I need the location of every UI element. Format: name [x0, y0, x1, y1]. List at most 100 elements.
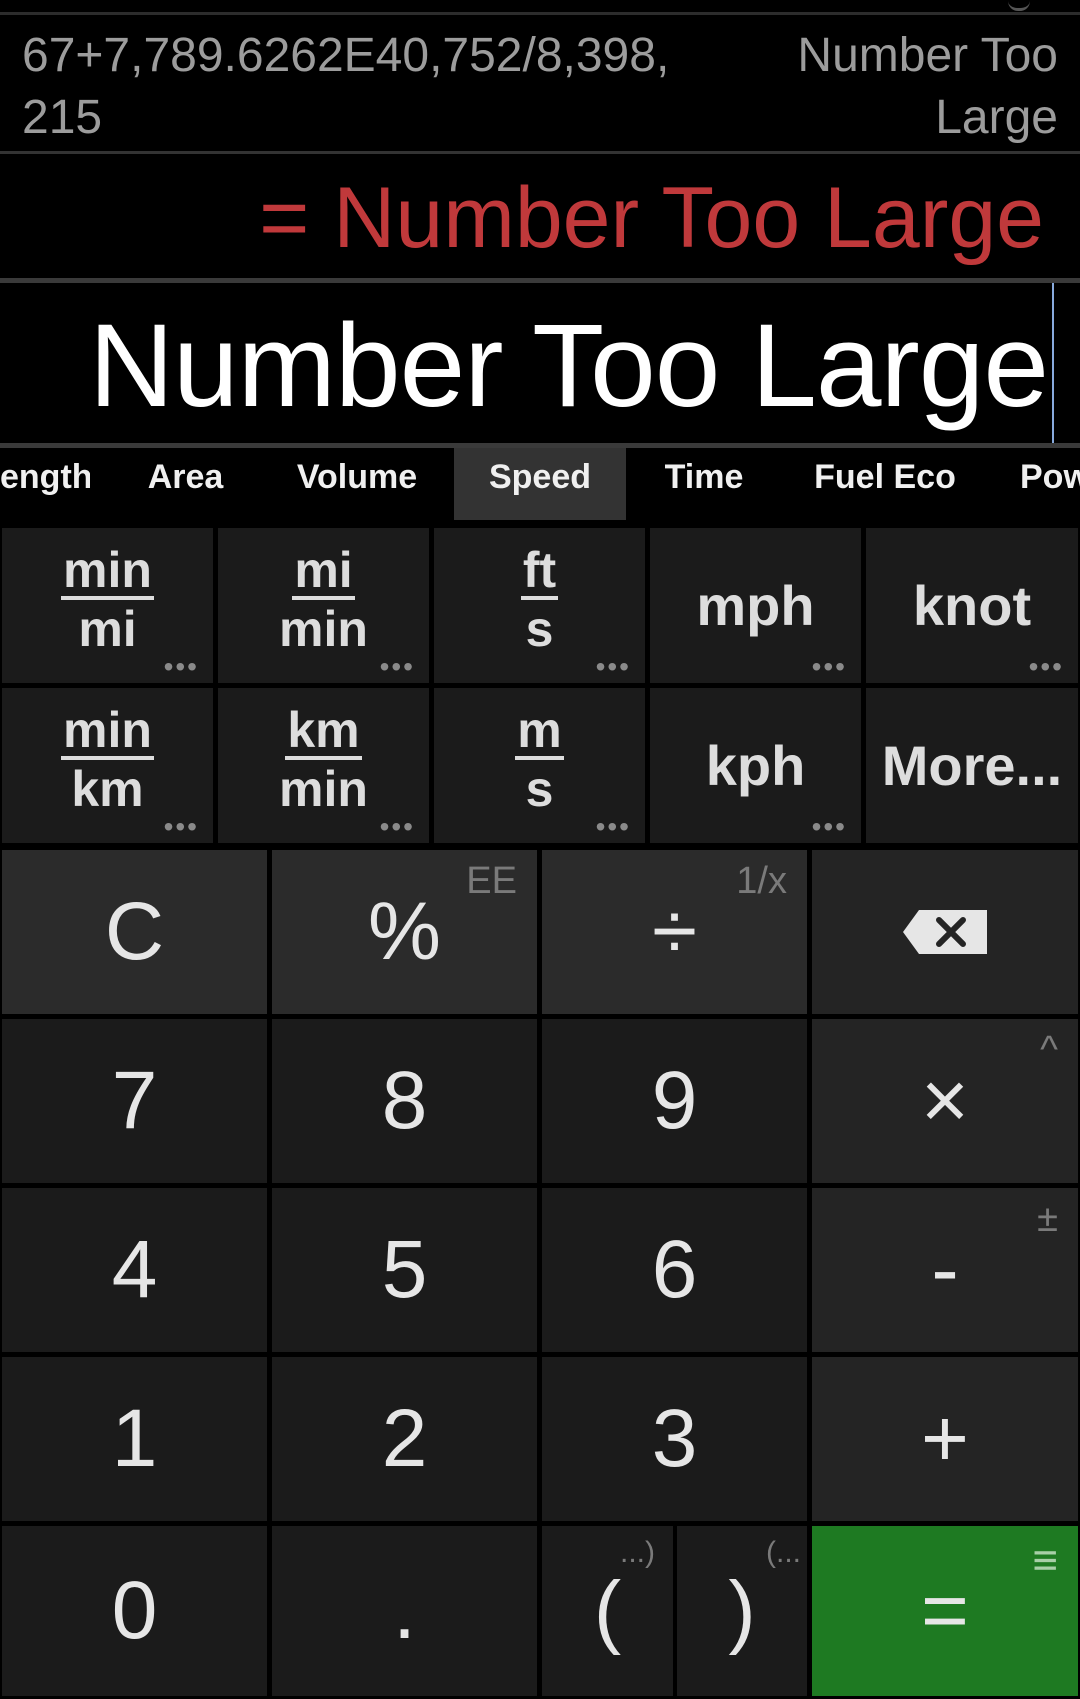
digit-2-button[interactable]: 2: [272, 1357, 537, 1521]
fraction: km min: [218, 702, 429, 818]
more-options-icon[interactable]: •••: [812, 813, 847, 841]
backspace-icon: [812, 850, 1078, 1014]
denominator: min: [279, 761, 368, 817]
more-options-icon[interactable]: •••: [164, 813, 199, 841]
unit-label: mph: [696, 574, 815, 637]
fraction: mi min: [218, 542, 429, 658]
tab-volume[interactable]: Volume: [284, 448, 430, 520]
plus-minus-label: ±: [1037, 1198, 1058, 1240]
ee-label: EE: [466, 860, 517, 902]
unit-category-tabs[interactable]: ength Area Volume Speed Time Fuel Eco Po…: [0, 448, 1080, 520]
more-options-icon[interactable]: •••: [380, 653, 415, 681]
digit-label: 4: [111, 1224, 158, 1315]
unit-km-per-min[interactable]: km min •••: [218, 688, 429, 843]
denominator: min: [279, 601, 368, 657]
digit-3-button[interactable]: 3: [542, 1357, 807, 1521]
more-label: More...: [881, 734, 1063, 797]
denominator: km: [71, 761, 144, 817]
denominator: mi: [78, 601, 137, 657]
digit-1-button[interactable]: 1: [2, 1357, 267, 1521]
more-options-icon[interactable]: •••: [164, 653, 199, 681]
numerator: min: [61, 702, 154, 760]
close-paren-button[interactable]: ) (...: [677, 1526, 807, 1696]
multiply-label: ×: [921, 1055, 969, 1146]
unit-label: knot: [912, 574, 1032, 637]
unit-grid: min mi ••• mi min ••• ft s ••• mph ••• knot…: [0, 526, 1080, 846]
decimal-label: .: [393, 1565, 416, 1656]
digit-label: 7: [111, 1055, 158, 1146]
more-options-icon[interactable]: •••: [596, 653, 631, 681]
power-label: ^: [1040, 1029, 1058, 1071]
digit-8-button[interactable]: 8: [272, 1019, 537, 1183]
unit-mi-per-min[interactable]: mi min •••: [218, 528, 429, 683]
fraction: ms: [434, 702, 645, 818]
numerator: min: [61, 542, 154, 600]
digit-label: 0: [111, 1565, 158, 1656]
digit-0-button[interactable]: 0: [2, 1526, 267, 1696]
digit-9-button[interactable]: 9: [542, 1019, 807, 1183]
digit-4-button[interactable]: 4: [2, 1188, 267, 1352]
digit-label: 6: [651, 1224, 698, 1315]
divide-button[interactable]: ÷ 1/x: [542, 850, 807, 1014]
digit-5-button[interactable]: 5: [272, 1188, 537, 1352]
clear-label: C: [104, 886, 165, 977]
digit-label: 2: [381, 1393, 428, 1484]
unit-kph[interactable]: kph •••: [650, 688, 861, 843]
entry-display[interactable]: Number Too Large: [0, 283, 1080, 448]
result-row: = Number Too Large: [0, 154, 1080, 283]
more-options-icon[interactable]: •••: [596, 813, 631, 841]
more-options-icon[interactable]: •••: [380, 813, 415, 841]
unit-knot[interactable]: knot •••: [866, 528, 1078, 683]
tab-area[interactable]: Area: [128, 448, 243, 520]
denominator: s: [525, 601, 554, 657]
fraction: min km: [2, 702, 213, 818]
digit-label: 8: [381, 1055, 428, 1146]
unit-ft-per-s[interactable]: ft s •••: [434, 528, 645, 683]
unit-min-per-mi[interactable]: min mi •••: [2, 528, 213, 683]
tab-speed[interactable]: Speed: [454, 448, 626, 520]
digit-label: 3: [651, 1393, 698, 1484]
unit-m-per-s[interactable]: ms •••: [434, 688, 645, 843]
equals-button[interactable]: = ≡: [812, 1526, 1078, 1696]
tab-length[interactable]: ength: [0, 448, 90, 520]
tab-power[interactable]: Pow: [1020, 448, 1080, 520]
denominator: s: [525, 761, 554, 817]
tab-fuel-economy[interactable]: Fuel Eco: [800, 448, 970, 520]
clear-button[interactable]: C: [2, 850, 267, 1014]
decimal-button[interactable]: .: [272, 1526, 537, 1696]
minus-button[interactable]: - ±: [812, 1188, 1078, 1352]
numerator: km: [285, 702, 362, 760]
open-paren-hint: ...): [620, 1536, 655, 1569]
unit-mph[interactable]: mph •••: [650, 528, 861, 683]
digit-label: 9: [651, 1055, 698, 1146]
unit-label: kph: [705, 734, 806, 797]
digit-7-button[interactable]: 7: [2, 1019, 267, 1183]
menu-icon[interactable]: ≡: [1032, 1536, 1058, 1586]
more-options-icon[interactable]: •••: [1029, 653, 1064, 681]
close-paren-hint: (...: [766, 1536, 801, 1569]
history-expression: 67+7,789.6262E40,752/8,398,215: [22, 29, 670, 144]
result-text: = Number Too Large: [259, 170, 1044, 266]
open-paren-button[interactable]: ( ...): [542, 1526, 673, 1696]
more-options-icon[interactable]: •••: [812, 653, 847, 681]
history-row[interactable]: 67+7,789.6262E40,752/8,398,215 Number To…: [0, 15, 1080, 154]
numerator: m: [515, 702, 564, 760]
history-pull-handle[interactable]: [1008, 0, 1030, 11]
backspace-button[interactable]: [812, 850, 1078, 1014]
plus-button[interactable]: +: [812, 1357, 1078, 1521]
more-units-button[interactable]: More...: [866, 688, 1078, 843]
numerator: ft: [520, 542, 559, 600]
plus-label: +: [921, 1393, 969, 1484]
tab-time[interactable]: Time: [650, 448, 758, 520]
fraction: min mi: [2, 542, 213, 658]
digit-label: 5: [381, 1224, 428, 1315]
multiply-button[interactable]: × ^: [812, 1019, 1078, 1183]
digit-6-button[interactable]: 6: [542, 1188, 807, 1352]
percent-button[interactable]: % EE: [272, 850, 537, 1014]
unit-min-per-km[interactable]: min km •••: [2, 688, 213, 843]
entry-text: Number Too Large: [88, 300, 1049, 432]
text-caret: [1052, 283, 1054, 443]
keypad: C % EE ÷ 1/x 7 8 9 × ^ 4 5 6 - ± 1 2 3 +…: [0, 848, 1080, 1699]
digit-label: 1: [111, 1393, 158, 1484]
numerator: mi: [292, 542, 355, 600]
